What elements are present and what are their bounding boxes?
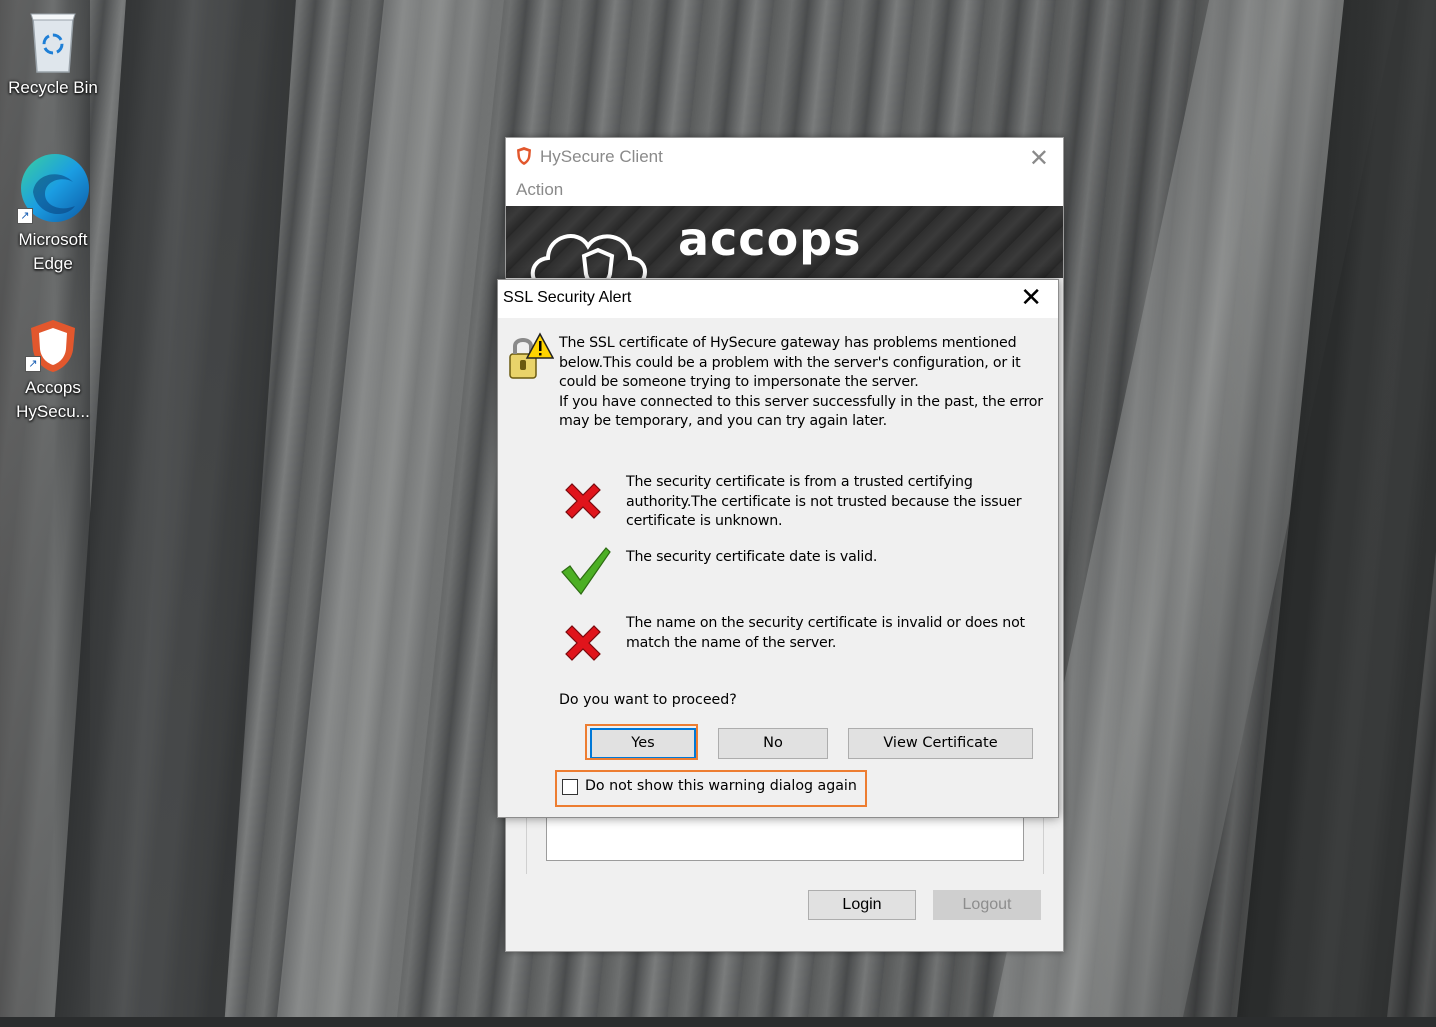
check-item-text: The security certificate date is valid.: [626, 549, 878, 565]
desktop-icon-accops-hysecure[interactable]: ↗ Accops HySecu...: [5, 318, 101, 424]
close-icon[interactable]: ✕: [1029, 144, 1049, 173]
desktop-icon-recycle-bin[interactable]: Recycle Bin: [5, 8, 101, 100]
desktop-icon-label: Microsoft Edge: [18, 230, 88, 273]
checkbox-label: Do not show this warning dialog again: [585, 778, 857, 794]
red-x-icon: [560, 620, 606, 670]
accops-shield-icon: [515, 146, 533, 169]
message-textbox[interactable]: [546, 814, 1024, 861]
check-item-text: The security certificate is from a trust…: [626, 474, 1022, 530]
window-title: HySecure Client: [540, 147, 663, 166]
view-certificate-button[interactable]: View Certificate: [848, 728, 1033, 759]
ssl-security-alert-dialog: SSL Security Alert ✕ The SSL certificate…: [497, 279, 1059, 818]
accops-shield-icon: ↗: [23, 318, 83, 374]
intro-message: The SSL certificate of HySecure gateway …: [559, 335, 1043, 430]
logout-button[interactable]: Logout: [933, 890, 1041, 920]
brand-logo-text: accops: [678, 212, 862, 266]
dont-show-again-checkbox[interactable]: [562, 779, 578, 795]
close-icon[interactable]: ✕: [1020, 283, 1042, 313]
edge-icon: ↗: [15, 152, 91, 226]
padlock-warning-icon: [506, 332, 555, 386]
proceed-question: Do you want to proceed?: [559, 692, 737, 708]
green-check-icon: [560, 546, 612, 600]
dialog-title: SSL Security Alert: [503, 289, 632, 306]
shortcut-arrow-icon: ↗: [25, 356, 41, 372]
hysecure-titlebar: HySecure Client ✕: [506, 138, 1063, 176]
accops-banner: accops: [506, 206, 1063, 278]
desktop-icon-label: Accops HySecu...: [16, 378, 90, 421]
login-button[interactable]: Login: [808, 890, 916, 920]
no-button[interactable]: No: [718, 728, 828, 759]
check-item-text: The name on the security certificate is …: [626, 615, 1025, 651]
dialog-titlebar: SSL Security Alert ✕: [498, 280, 1058, 318]
menu-item-action[interactable]: Action: [516, 180, 563, 200]
recycle-bin-icon: [25, 8, 81, 74]
desktop-icon-label: Recycle Bin: [8, 78, 98, 97]
red-x-icon: [560, 478, 606, 528]
shortcut-arrow-icon: ↗: [17, 208, 33, 224]
cloud-shield-icon: [530, 234, 647, 278]
menu-bar: Action: [506, 176, 1063, 206]
yes-button[interactable]: Yes: [590, 728, 696, 759]
desktop-icon-microsoft-edge[interactable]: ↗ Microsoft Edge: [5, 152, 101, 276]
